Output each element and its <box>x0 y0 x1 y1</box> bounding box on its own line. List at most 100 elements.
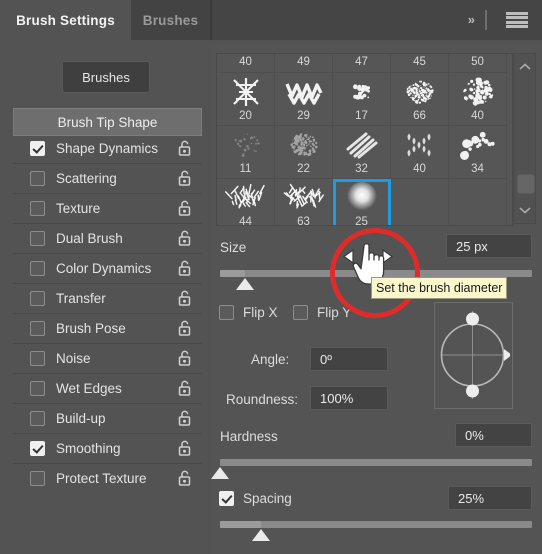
brush-size-label: 20 <box>239 110 252 122</box>
sidebar-item-noise[interactable]: Noise <box>13 344 202 374</box>
sidebar-item-shape-dynamics[interactable]: Shape Dynamics <box>13 134 202 164</box>
spacing-input[interactable]: 25% <box>448 486 532 510</box>
roundness-label: Roundness: <box>226 392 299 407</box>
unlocked-icon[interactable] <box>177 320 192 336</box>
option-checkbox[interactable] <box>30 441 45 456</box>
brush-preset-item[interactable]: 22 <box>275 126 333 179</box>
hardness-slider-track[interactable] <box>220 459 532 466</box>
brush-preset-item[interactable]: 50 <box>449 54 507 73</box>
tab-brush-settings-label: Brush Settings <box>16 12 115 28</box>
brush-preset-item[interactable]: 40 <box>217 54 275 73</box>
option-label: Brush Pose <box>56 321 126 336</box>
brush-size-label: 25 <box>355 216 368 226</box>
tab-brush-settings[interactable]: Brush Settings <box>0 0 131 40</box>
sidebar-item-brush-pose[interactable]: Brush Pose <box>13 314 202 344</box>
unlocked-icon[interactable] <box>177 380 192 396</box>
option-checkbox[interactable] <box>30 141 45 156</box>
flip-x-checkbox[interactable] <box>219 305 234 320</box>
brush-grid-scrollbar[interactable] <box>513 53 536 224</box>
brush-size-label: 45 <box>413 56 426 68</box>
tab-brushes[interactable]: Brushes <box>131 0 210 40</box>
brush-thumbnail <box>275 75 332 109</box>
brush-size-label: 40 <box>413 163 426 175</box>
spacing-checkbox[interactable] <box>219 491 234 506</box>
brush-grid-row: 20 29 17 66 40 <box>217 73 512 126</box>
unlocked-icon[interactable] <box>177 230 192 246</box>
option-checkbox[interactable] <box>30 411 45 426</box>
sidebar-item-color-dynamics[interactable]: Color Dynamics <box>13 254 202 284</box>
sidebar-item-texture[interactable]: Texture <box>13 194 202 224</box>
option-checkbox[interactable] <box>30 381 45 396</box>
sidebar-item-transfer[interactable]: Transfer <box>13 284 202 314</box>
brush-preset-item[interactable]: 40 <box>391 126 449 179</box>
option-checkbox[interactable] <box>30 291 45 306</box>
brush-preset-grid[interactable]: 40 49 47 45 50 20 29 17 66 40 11 22 32 40 34 44 63 25 <box>216 53 513 226</box>
angle-input[interactable]: 0º <box>310 347 388 371</box>
spacing-slider-track[interactable] <box>220 521 532 528</box>
hamburger-menu-icon[interactable] <box>506 12 528 28</box>
brush-preset-item[interactable]: 63 <box>275 179 333 225</box>
hardness-slider-thumb[interactable] <box>211 467 229 479</box>
spacing-value: 25% <box>458 490 485 506</box>
tab-divider <box>210 0 212 40</box>
brush-preset-item[interactable]: 66 <box>391 73 449 126</box>
brush-preset-item[interactable]: 47 <box>333 54 391 73</box>
option-checkbox[interactable] <box>30 471 45 486</box>
brush-preset-item[interactable]: 40 <box>449 73 507 126</box>
option-checkbox[interactable] <box>30 261 45 276</box>
unlocked-icon[interactable] <box>177 470 192 486</box>
brush-preset-item[interactable]: 17 <box>333 73 391 126</box>
brush-preset-item[interactable]: 32 <box>333 126 391 179</box>
brush-preset-item[interactable]: 34 <box>449 126 507 179</box>
chevron-double-right-icon[interactable]: » <box>468 12 475 27</box>
brush-preset-item[interactable]: 49 <box>275 54 333 73</box>
option-checkbox[interactable] <box>30 351 45 366</box>
option-checkbox[interactable] <box>30 171 45 186</box>
sidebar-item-protect-texture[interactable]: Protect Texture <box>13 464 202 493</box>
sidebar-item-scattering[interactable]: Scattering <box>13 164 202 194</box>
flip-y-checkbox[interactable] <box>293 305 308 320</box>
spacing-slider-thumb[interactable] <box>251 529 270 541</box>
unlocked-icon[interactable] <box>177 350 192 366</box>
unlocked-icon[interactable] <box>177 410 192 426</box>
option-label: Scattering <box>56 171 117 186</box>
brush-preset-item[interactable]: 11 <box>217 126 275 179</box>
unlocked-icon[interactable] <box>177 170 192 186</box>
option-checkbox[interactable] <box>30 231 45 246</box>
size-input[interactable]: 25 px <box>446 234 532 258</box>
brush-tip-shape-label: Brush Tip Shape <box>57 114 158 130</box>
angle-roundness-control[interactable] <box>434 302 513 409</box>
size-slider-thumb[interactable] <box>235 278 254 290</box>
option-checkbox[interactable] <box>30 201 45 216</box>
brush-preset-item[interactable]: 45 <box>391 54 449 73</box>
brush-preset-item[interactable]: 20 <box>217 73 275 126</box>
sidebar-item-dual-brush[interactable]: Dual Brush <box>13 224 202 254</box>
roundness-input[interactable]: 100% <box>310 386 388 410</box>
brush-preset-item[interactable]: 44 <box>217 179 275 226</box>
size-value: 25 px <box>456 238 488 254</box>
flip-y-row[interactable]: Flip Y <box>293 305 351 320</box>
chevron-up-icon[interactable] <box>518 62 532 72</box>
sidebar-item-brush-tip-shape[interactable]: Brush Tip Shape <box>13 108 202 136</box>
unlocked-icon[interactable] <box>177 260 192 276</box>
brush-preset-item[interactable]: 25 <box>333 179 391 226</box>
angle-dial-icon[interactable] <box>435 303 512 406</box>
brush-size-label: 44 <box>239 216 252 226</box>
option-checkbox[interactable] <box>30 321 45 336</box>
sidebar-item-wet-edges[interactable]: Wet Edges <box>13 374 202 404</box>
unlocked-icon[interactable] <box>177 290 192 306</box>
hardness-input[interactable]: 0% <box>455 423 532 447</box>
sidebar-item-build-up[interactable]: Build-up <box>13 404 202 434</box>
sidebar-item-smoothing[interactable]: Smoothing <box>13 434 202 464</box>
unlocked-icon[interactable] <box>177 140 192 156</box>
brushes-button[interactable]: Brushes <box>62 61 150 93</box>
chevron-down-icon[interactable] <box>518 205 532 215</box>
unlocked-icon[interactable] <box>177 200 192 216</box>
flip-x-row[interactable]: Flip X <box>219 305 278 320</box>
brush-size-label: 32 <box>355 163 368 175</box>
brush-preset-item[interactable]: 29 <box>275 73 333 126</box>
brush-thumbnail <box>333 75 390 109</box>
unlocked-icon[interactable] <box>177 440 192 456</box>
scrollbar-thumb[interactable] <box>517 174 535 194</box>
spacing-row[interactable]: Spacing <box>219 491 292 506</box>
